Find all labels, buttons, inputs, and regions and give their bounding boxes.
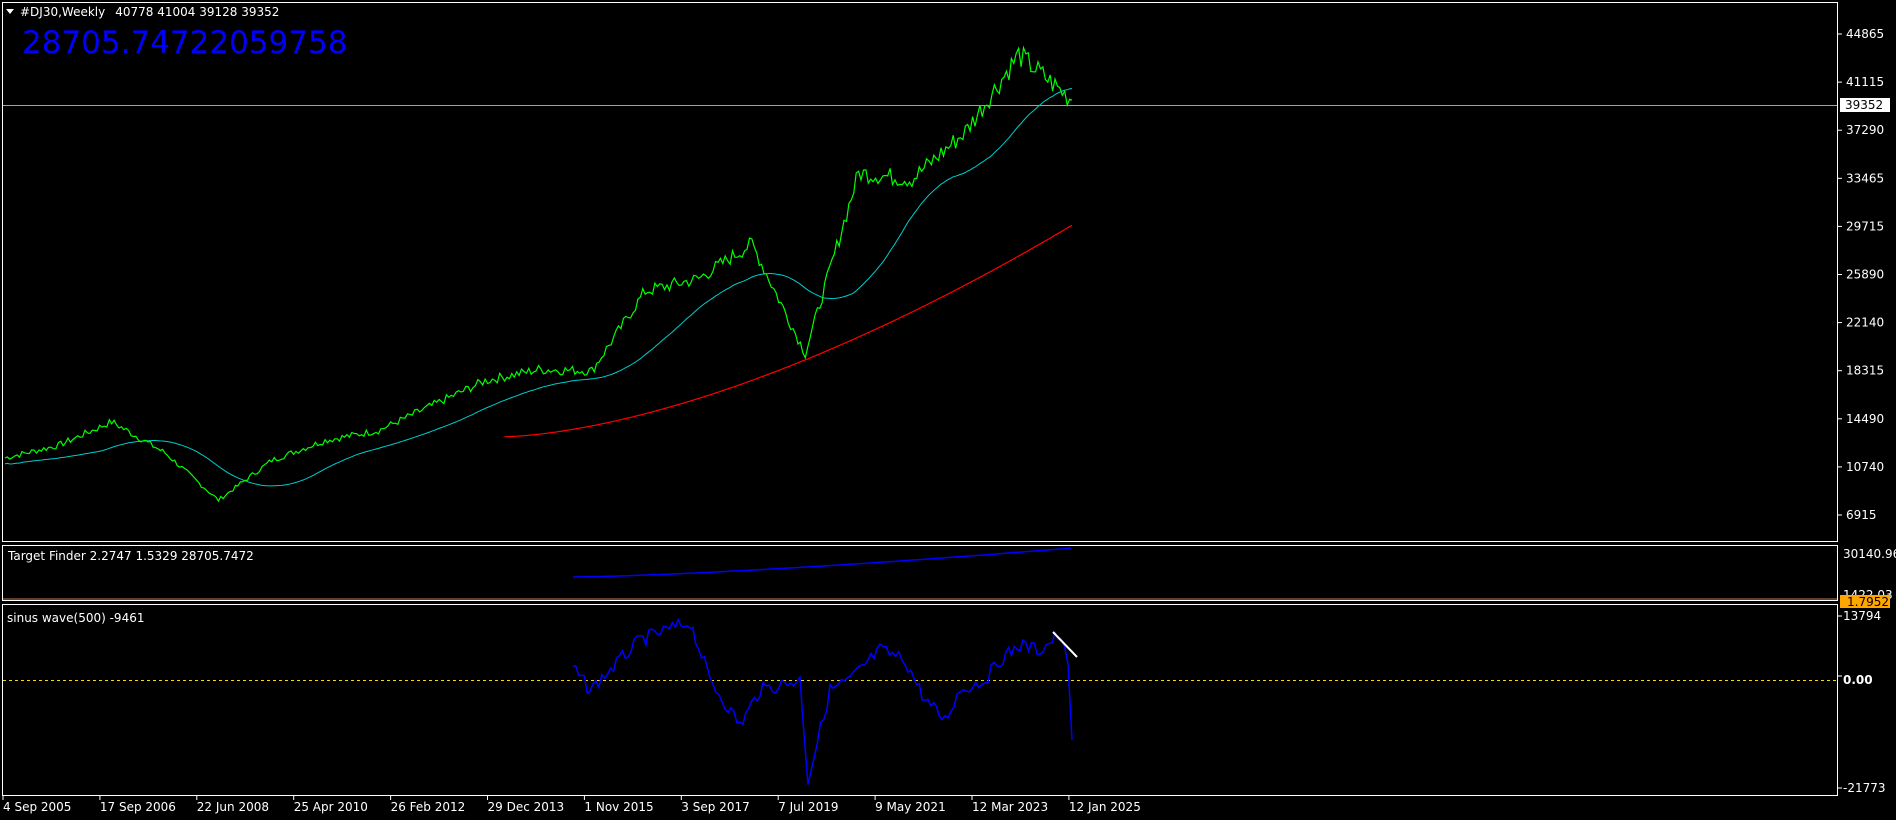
price-tick-label: 14490 [1846, 412, 1884, 426]
ma-slow-line [504, 224, 1073, 438]
symbol-title: #DJ30,Weekly 40778 41004 39128 39352 [20, 5, 279, 19]
axes: 4 Sep 2005 17 Sep 2006 22 Jun 2008 25 Apr 2… [2, 615, 1842, 814]
target-finder-chart [3, 547, 1837, 600]
time-tick-label: 1 Nov 2015 [584, 800, 653, 814]
sin-scale-bottom: -21773 [1843, 781, 1886, 795]
main-price-chart[interactable]: 44865 41115 37290 33465 29715 25890 22140 18315… [3, 27, 1884, 522]
time-tick-label: 22 Jun 2008 [197, 800, 269, 814]
time-tick-label: 4 Sep 2005 [3, 800, 71, 814]
trend-segment[interactable] [1052, 631, 1078, 658]
price-tick-label: 44865 [1846, 27, 1884, 41]
time-tick-label: 9 May 2021 [875, 800, 946, 814]
time-tick-label: 7 Jul 2019 [778, 800, 838, 814]
collapse-triangle-icon[interactable] [6, 9, 14, 14]
chart-window: 44865 41115 37290 33465 29715 25890 22140 18315… [2, 2, 1896, 814]
time-tick-label: 17 Sep 2006 [100, 800, 176, 814]
price-tick-label: 10740 [1846, 460, 1884, 474]
target-finder-panel-frame [2, 545, 1838, 601]
time-tick-label: 12 Jan 2025 [1069, 800, 1141, 814]
price-tick-label: 33465 [1846, 171, 1884, 185]
time-tick-label: 29 Dec 2013 [488, 800, 565, 814]
sin-scale-zero: 0.00 [1843, 673, 1873, 687]
target-finder-label: Target Finder 2.2747 1.5329 28705.7472 [7, 549, 254, 563]
price-tick-label: 18315 [1846, 364, 1884, 378]
price-tick-label: 6915 [1846, 508, 1877, 522]
target-finder-line [572, 547, 1072, 578]
price-tick-label: 22140 [1846, 316, 1884, 330]
price-tick-label: 41115 [1846, 75, 1884, 89]
time-tick-label: 12 Mar 2023 [972, 800, 1048, 814]
sin-scale-top: 13794 [1843, 609, 1881, 623]
tf-value-badge-text: 1.7952 [1847, 595, 1889, 609]
current-price-value: 39352 [1845, 98, 1883, 112]
time-tick-label: 25 Apr 2010 [294, 800, 368, 814]
price-tick-label: 29715 [1846, 219, 1884, 233]
tf-scale-top: 30140.96 [1843, 547, 1896, 561]
time-tick-label: 3 Sep 2017 [681, 800, 749, 814]
sinus-wave-line [572, 617, 1073, 785]
big-value-label: 28705.74722059758 [22, 25, 347, 61]
sinus-wave-chart [3, 617, 1837, 785]
sinus-wave-label: sinus wave(500) -9461 [7, 611, 144, 625]
ma-fast-line [4, 88, 1073, 487]
sinus-wave-panel-frame [2, 604, 1838, 796]
price-tick-label: 25890 [1846, 268, 1884, 282]
price-tick-label: 37290 [1846, 123, 1884, 137]
price-series-line [4, 45, 1073, 503]
time-tick-label: 26 Feb 2012 [391, 800, 466, 814]
